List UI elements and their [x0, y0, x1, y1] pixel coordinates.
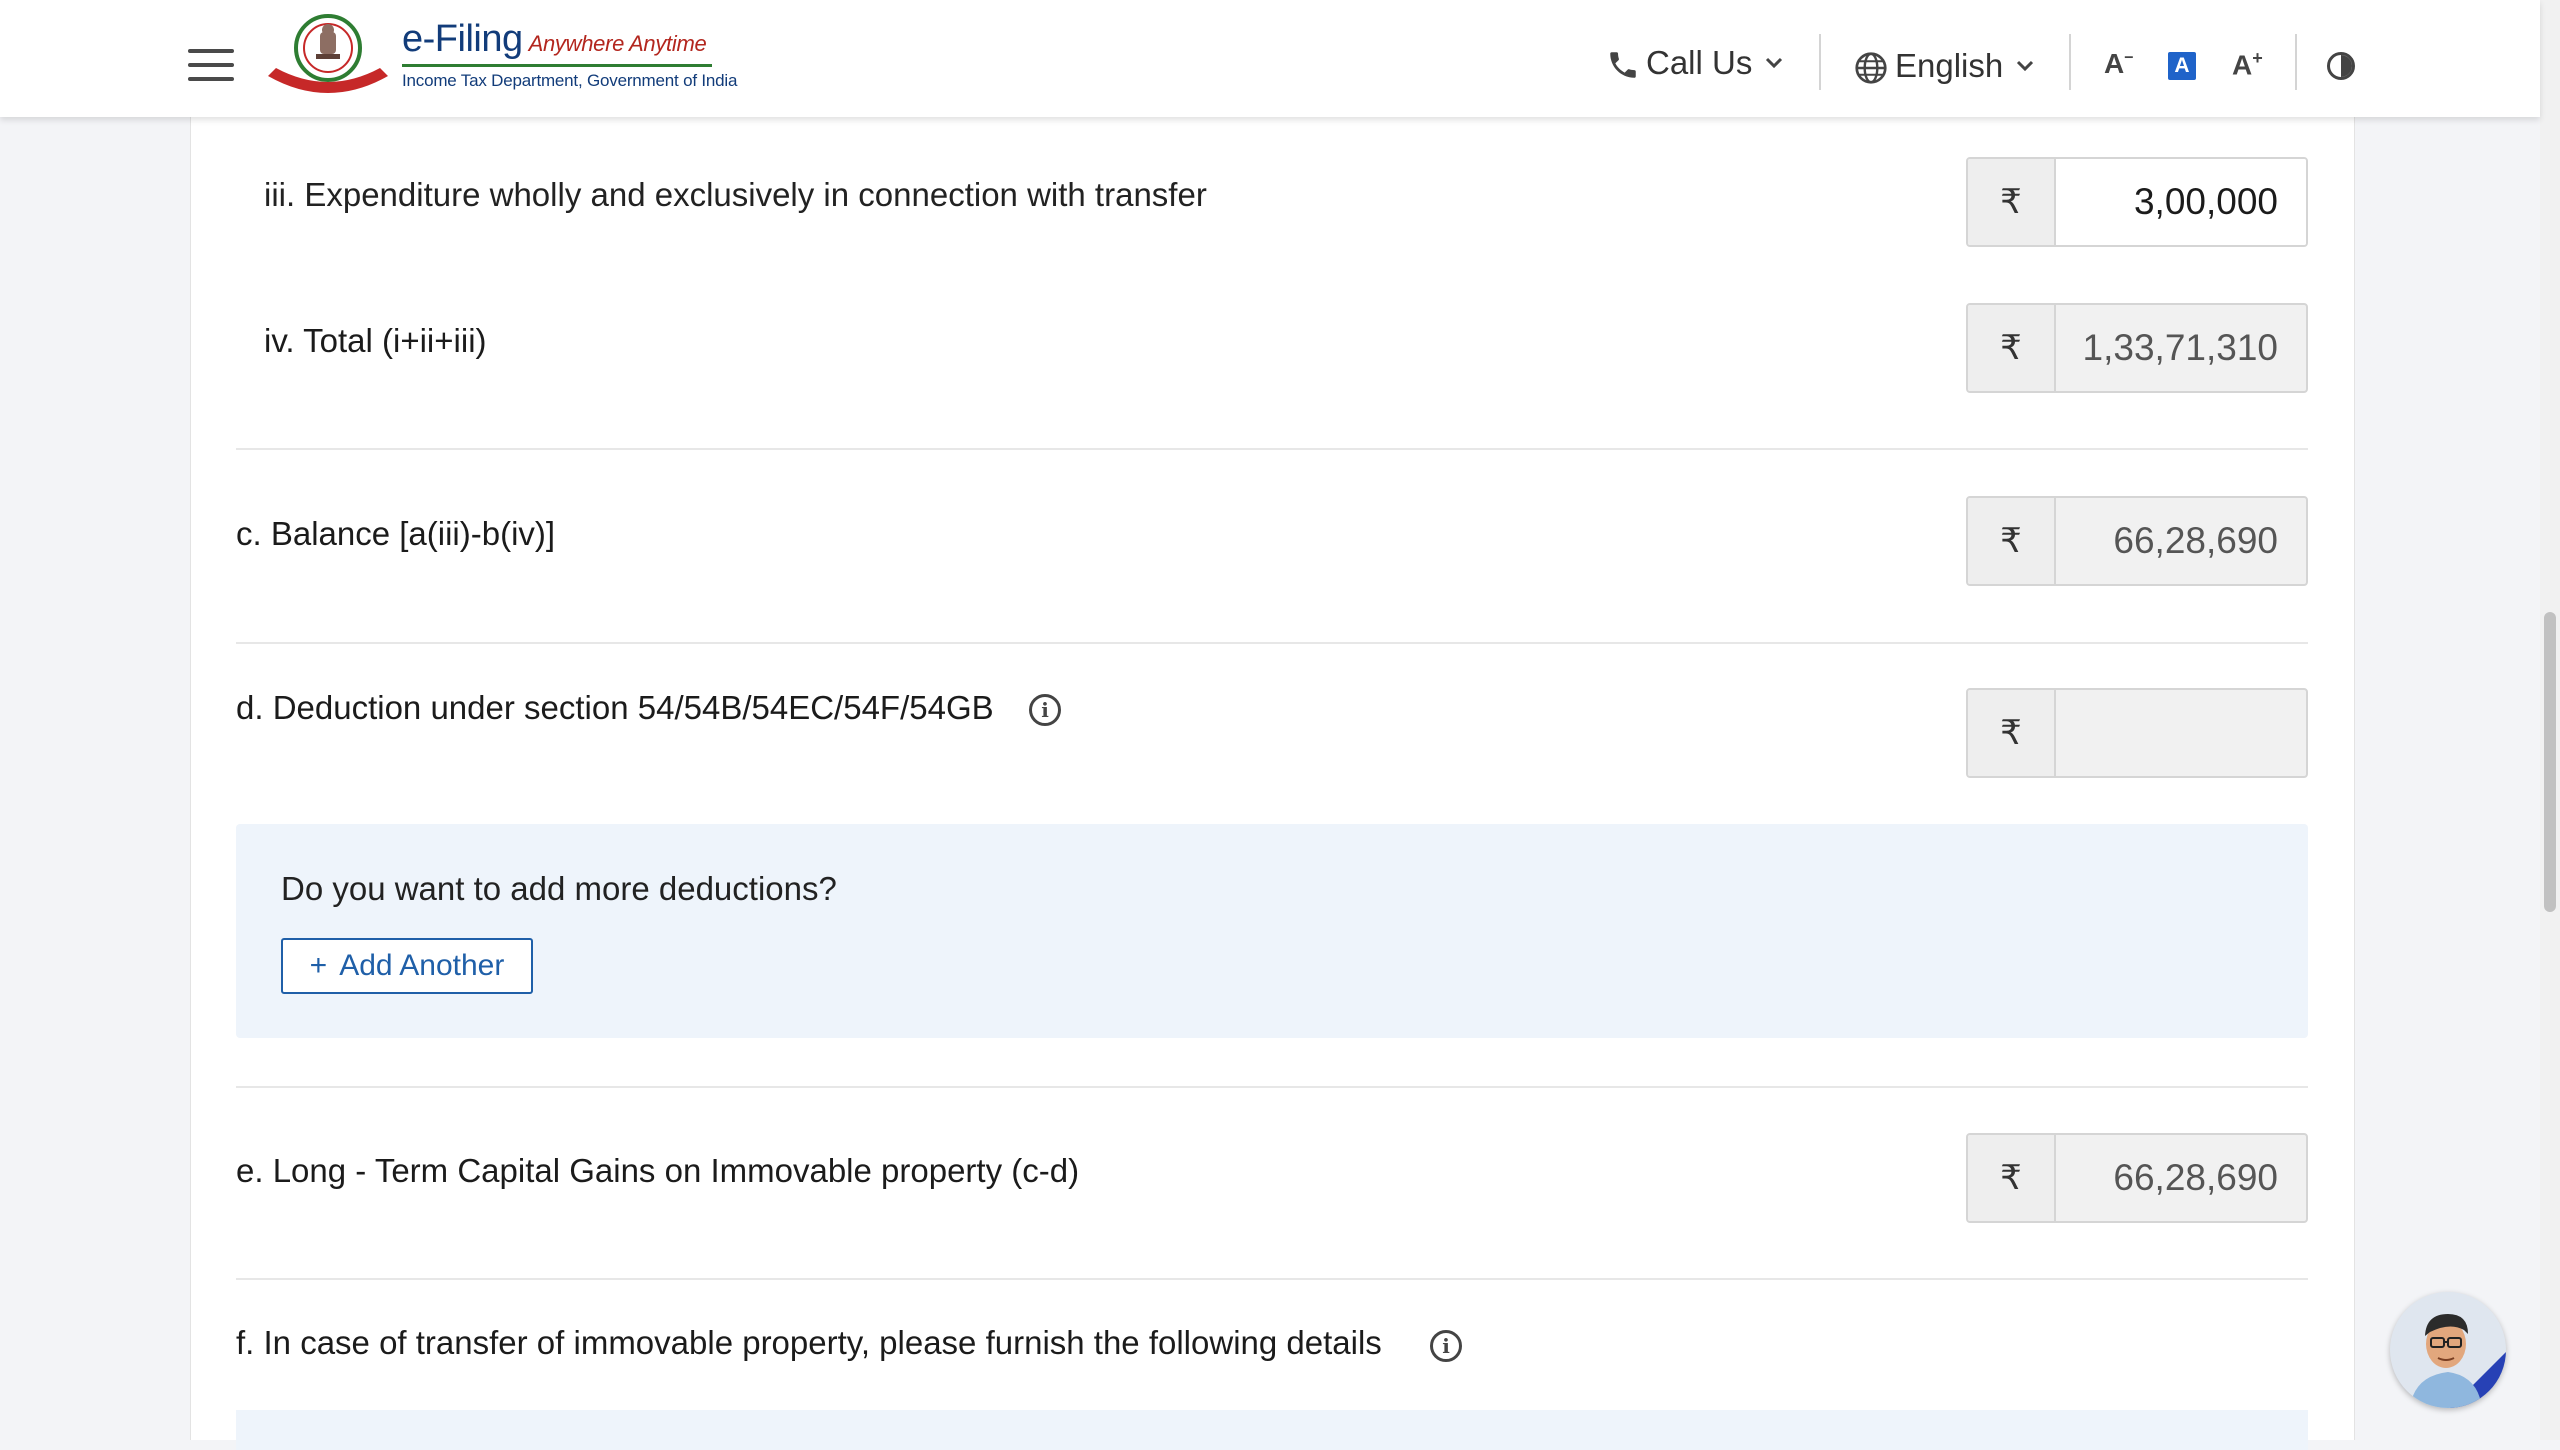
font-decrease-label: A [2104, 48, 2125, 79]
rupee-icon: ₹ [1968, 498, 2056, 584]
chatbot-avatar[interactable] [2390, 1292, 2506, 1408]
total-amount-field: ₹ 1,33,71,310 [1966, 303, 2308, 393]
font-increase-label: A [2232, 49, 2253, 81]
hamburger-menu-icon[interactable] [188, 49, 234, 83]
add-deductions-panel: Do you want to add more deductions? + Ad… [236, 824, 2308, 1038]
logo-tagline: Anywhere Anytime [528, 31, 707, 56]
property-details-panel [236, 1410, 2308, 1450]
header-separator [1819, 34, 1821, 90]
deduction-label: d. Deduction under section 54/54B/54EC/5… [236, 689, 994, 726]
info-icon[interactable]: i [1029, 694, 1061, 726]
total-label: iv. Total (i+ii+iii) [264, 322, 487, 359]
expenditure-label: iii. Expenditure wholly and exclusively … [264, 176, 1207, 213]
expenditure-amount-field[interactable]: ₹ 3,00,000 [1966, 157, 2308, 247]
scrollbar-thumb[interactable] [2544, 612, 2556, 912]
add-another-label: Add Another [339, 949, 505, 982]
rupee-icon: ₹ [1968, 1135, 2056, 1221]
phone-icon [1610, 52, 1636, 78]
font-increase-button[interactable]: A+ [2232, 48, 2263, 81]
logo-title[interactable]: e-Filing Anywhere Anytime [402, 18, 707, 61]
logo-underline [402, 64, 712, 67]
section-divider [236, 642, 2308, 644]
section-divider [236, 1086, 2308, 1088]
total-amount-value: 1,33,71,310 [2082, 327, 2278, 368]
font-decrease-button[interactable]: A− [2104, 48, 2134, 80]
emblem-logo[interactable] [264, 10, 392, 102]
rupee-icon: ₹ [1968, 690, 2056, 776]
ltcg-label: e. Long - Term Capital Gains on Immovabl… [236, 1152, 1080, 1189]
header-separator [2295, 34, 2297, 90]
add-deductions-question: Do you want to add more deductions? [281, 870, 837, 907]
logo-subtitle: Income Tax Department, Government of Ind… [402, 71, 738, 90]
language-label: English [1895, 47, 2004, 84]
chatbot-avatar-image [2410, 1314, 2506, 1408]
top-header: e-Filing Anywhere Anytime Income Tax Depa… [0, 0, 2540, 117]
language-dropdown[interactable]: English [1853, 46, 2037, 86]
logo-title-text: e-Filing [402, 18, 523, 60]
contrast-icon[interactable] [2327, 52, 2355, 80]
rupee-icon: ₹ [1968, 305, 2056, 391]
section-divider [236, 1278, 2308, 1280]
add-another-button[interactable]: + Add Another [281, 938, 533, 994]
deduction-amount-field: ₹ [1966, 688, 2308, 778]
font-default-button[interactable]: A [2168, 52, 2196, 80]
globe-icon [1855, 52, 1887, 84]
chevron-down-icon [2017, 60, 2034, 72]
info-icon[interactable]: i [1430, 1330, 1462, 1362]
balance-amount-field: ₹ 66,28,690 [1966, 496, 2308, 586]
ltcg-amount-field: ₹ 66,28,690 [1966, 1133, 2308, 1223]
balance-amount-value: 66,28,690 [2113, 520, 2278, 561]
balance-label: c. Balance [a(iii)-b(iv)] [236, 515, 556, 552]
call-us-label: Call Us [1646, 44, 1753, 81]
call-us-dropdown[interactable]: Call Us [1606, 44, 1786, 82]
header-separator [2069, 34, 2071, 90]
property-transfer-label: f. In case of transfer of immovable prop… [236, 1324, 1382, 1361]
rupee-icon: ₹ [1968, 159, 2056, 245]
page-scrollbar[interactable] [2540, 0, 2560, 1440]
section-divider [236, 448, 2308, 450]
chevron-down-icon [1766, 57, 1783, 69]
expenditure-amount-value[interactable]: 3,00,000 [2056, 159, 2306, 245]
ltcg-amount-value: 66,28,690 [2113, 1157, 2278, 1198]
deduction-amount-value [2056, 690, 2306, 776]
plus-icon: + [309, 949, 328, 982]
